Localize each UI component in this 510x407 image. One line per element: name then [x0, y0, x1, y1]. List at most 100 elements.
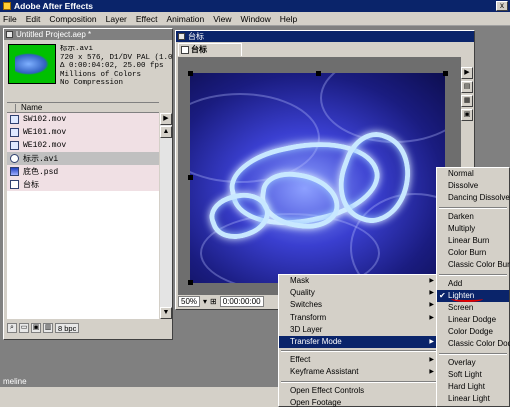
- comp-tab[interactable]: 台标: [178, 43, 242, 56]
- zoom-arrow-icon[interactable]: ▾: [203, 297, 207, 306]
- scroll-right-icon[interactable]: ▶: [160, 113, 172, 125]
- app-title: Adobe After Effects: [14, 1, 94, 11]
- footage-info: 标示.avi 720 x 576, D1/DV PAL (1.07 Δ 0:00…: [60, 45, 172, 88]
- mode-classic-color-dodge[interactable]: Classic Color Dodge: [437, 338, 510, 350]
- footage-info-line: Millions of Colors: [60, 70, 142, 79]
- mode-linear-dodge[interactable]: Linear Dodge: [437, 314, 509, 326]
- menu-item-open-effect-controls[interactable]: Open Effect Controls: [279, 385, 438, 397]
- guide-icon[interactable]: ▦: [461, 95, 473, 107]
- resize-handle[interactable]: [188, 280, 193, 285]
- mode-screen[interactable]: Screen: [437, 302, 509, 314]
- channel-icon[interactable]: ▣: [461, 109, 473, 121]
- mode-multiply[interactable]: Multiply: [437, 223, 509, 235]
- project-title-bar[interactable]: Untitled Project.aep *: [4, 29, 172, 40]
- mode-add[interactable]: Add: [437, 278, 509, 290]
- menu-view[interactable]: View: [213, 14, 231, 24]
- safe-zone-icon[interactable]: ⊞: [210, 297, 217, 306]
- mode-dancing-dissolve[interactable]: Dancing Dissolve: [437, 192, 510, 204]
- menubar: File Edit Composition Layer Effect Anima…: [0, 12, 510, 26]
- item-name: WE101.mov: [23, 128, 67, 137]
- list-item[interactable]: 台标: [7, 178, 159, 191]
- mode-classic-color-burn[interactable]: Classic Color Burn: [437, 259, 510, 271]
- project-scrollbar[interactable]: ▶ ▲ ▼: [160, 113, 172, 319]
- thumbnail-image: [15, 53, 49, 75]
- resize-handle[interactable]: [443, 71, 448, 76]
- trash-icon[interactable]: ▥: [43, 323, 53, 333]
- item-name: SW102.mov: [23, 115, 67, 124]
- menu-item-transfer-mode[interactable]: Transfer Mode ▶: [279, 335, 438, 349]
- menu-item-open-footage[interactable]: Open Footage: [279, 397, 438, 407]
- grid-icon[interactable]: ▤: [461, 81, 473, 93]
- scroll-down-icon[interactable]: ▼: [160, 307, 172, 319]
- comp-title-bar[interactable]: 台标: [176, 31, 474, 42]
- submenu-arrow-icon: ▶: [429, 357, 434, 364]
- menu-edit[interactable]: Edit: [26, 14, 41, 24]
- menu-animation[interactable]: Animation: [166, 14, 204, 24]
- timecode-field[interactable]: 0:00:00:00: [219, 296, 264, 307]
- menu-item-keyframe-assistant[interactable]: Keyframe Assistant ▶: [279, 366, 438, 378]
- item-name: WE102.mov: [23, 141, 67, 150]
- menu-help[interactable]: Help: [280, 14, 297, 24]
- close-tab-icon[interactable]: [181, 46, 189, 54]
- folder-icon[interactable]: ▭: [19, 323, 29, 333]
- list-item[interactable]: WE102.mov: [7, 139, 159, 152]
- menu-item-switches[interactable]: Switches ▶: [279, 299, 438, 311]
- mode-color-dodge[interactable]: Color Dodge: [437, 326, 509, 338]
- mode-hard-light[interactable]: Hard Light: [437, 381, 509, 393]
- menu-item-mask[interactable]: Mask ▶: [279, 275, 438, 287]
- bit-depth-button[interactable]: 8 bpc: [55, 323, 80, 333]
- layer-context-menu: Mask ▶ Quality ▶ Switches ▶ Transform ▶ 3D L…: [278, 274, 439, 407]
- mode-color-burn[interactable]: Color Burn: [437, 247, 509, 259]
- submenu-arrow-icon: ▶: [429, 302, 434, 309]
- scroll-up-icon[interactable]: ▲: [160, 126, 172, 138]
- menu-arrow-icon[interactable]: ▶: [461, 67, 473, 79]
- menu-file[interactable]: File: [3, 14, 17, 24]
- menu-layer[interactable]: Layer: [106, 14, 127, 24]
- menu-composition[interactable]: Composition: [49, 14, 96, 24]
- label-column-marker: [10, 104, 16, 112]
- new-comp-icon[interactable]: ▣: [31, 323, 41, 333]
- window-icon: [6, 31, 13, 38]
- mode-linear-burn[interactable]: Linear Burn: [437, 235, 509, 247]
- composition-canvas[interactable]: [178, 57, 461, 295]
- menu-item-3d-layer[interactable]: 3D Layer: [279, 324, 438, 336]
- composition-window: 台标 台标 ▶ ▤ ▦ ▣ 50% ▾ ⊞ 0:00:00:00: [175, 30, 475, 310]
- timeline-title: meline: [0, 376, 290, 387]
- mode-overlay[interactable]: Overlay: [437, 357, 509, 369]
- submenu-arrow-icon: ▶: [429, 338, 434, 345]
- menu-effect[interactable]: Effect: [136, 14, 158, 24]
- mode-linear-light[interactable]: Linear Light: [437, 393, 509, 405]
- close-button[interactable]: x: [496, 1, 508, 11]
- submenu-arrow-icon: ▶: [429, 290, 434, 297]
- submenu-arrow-icon: ▶: [429, 278, 434, 284]
- list-item[interactable]: WE101.mov: [7, 126, 159, 139]
- name-column-label: Name: [21, 103, 43, 112]
- mode-soft-light[interactable]: Soft Light: [437, 369, 509, 381]
- name-column-header[interactable]: Name: [7, 102, 159, 113]
- mode-dissolve[interactable]: Dissolve: [437, 180, 509, 192]
- menu-item-quality[interactable]: Quality ▶: [279, 287, 438, 299]
- app-title-bar: Adobe After Effects: [0, 0, 510, 12]
- list-item-selected[interactable]: 标示.avi: [7, 152, 159, 165]
- footage-thumbnail: [8, 44, 56, 84]
- resize-handle[interactable]: [188, 71, 193, 76]
- resize-handle[interactable]: [188, 175, 193, 180]
- menu-item-transform[interactable]: Transform ▶: [279, 312, 438, 324]
- menu-separator: [281, 350, 436, 353]
- find-icon[interactable]: ⌕: [7, 323, 17, 333]
- window-icon: [178, 33, 185, 40]
- movie-file-icon: [10, 128, 19, 137]
- app-icon: [3, 2, 11, 10]
- resize-handle[interactable]: [316, 71, 321, 76]
- mode-normal[interactable]: Normal: [437, 168, 509, 180]
- zoom-field[interactable]: 50%: [178, 296, 201, 307]
- menu-window[interactable]: Window: [241, 14, 271, 24]
- checkmark-icon: ✔: [439, 290, 446, 300]
- footage-info-line: No Compression: [60, 79, 124, 88]
- footage-info-line: Δ 0:00:04:02, 25.00 fps: [60, 62, 164, 71]
- mode-darken[interactable]: Darken: [437, 211, 509, 223]
- list-item[interactable]: 底色.psd: [7, 165, 159, 178]
- list-item[interactable]: SW102.mov: [7, 113, 159, 126]
- menu-item-effect[interactable]: Effect ▶: [279, 354, 438, 366]
- movie-file-icon: [10, 115, 19, 124]
